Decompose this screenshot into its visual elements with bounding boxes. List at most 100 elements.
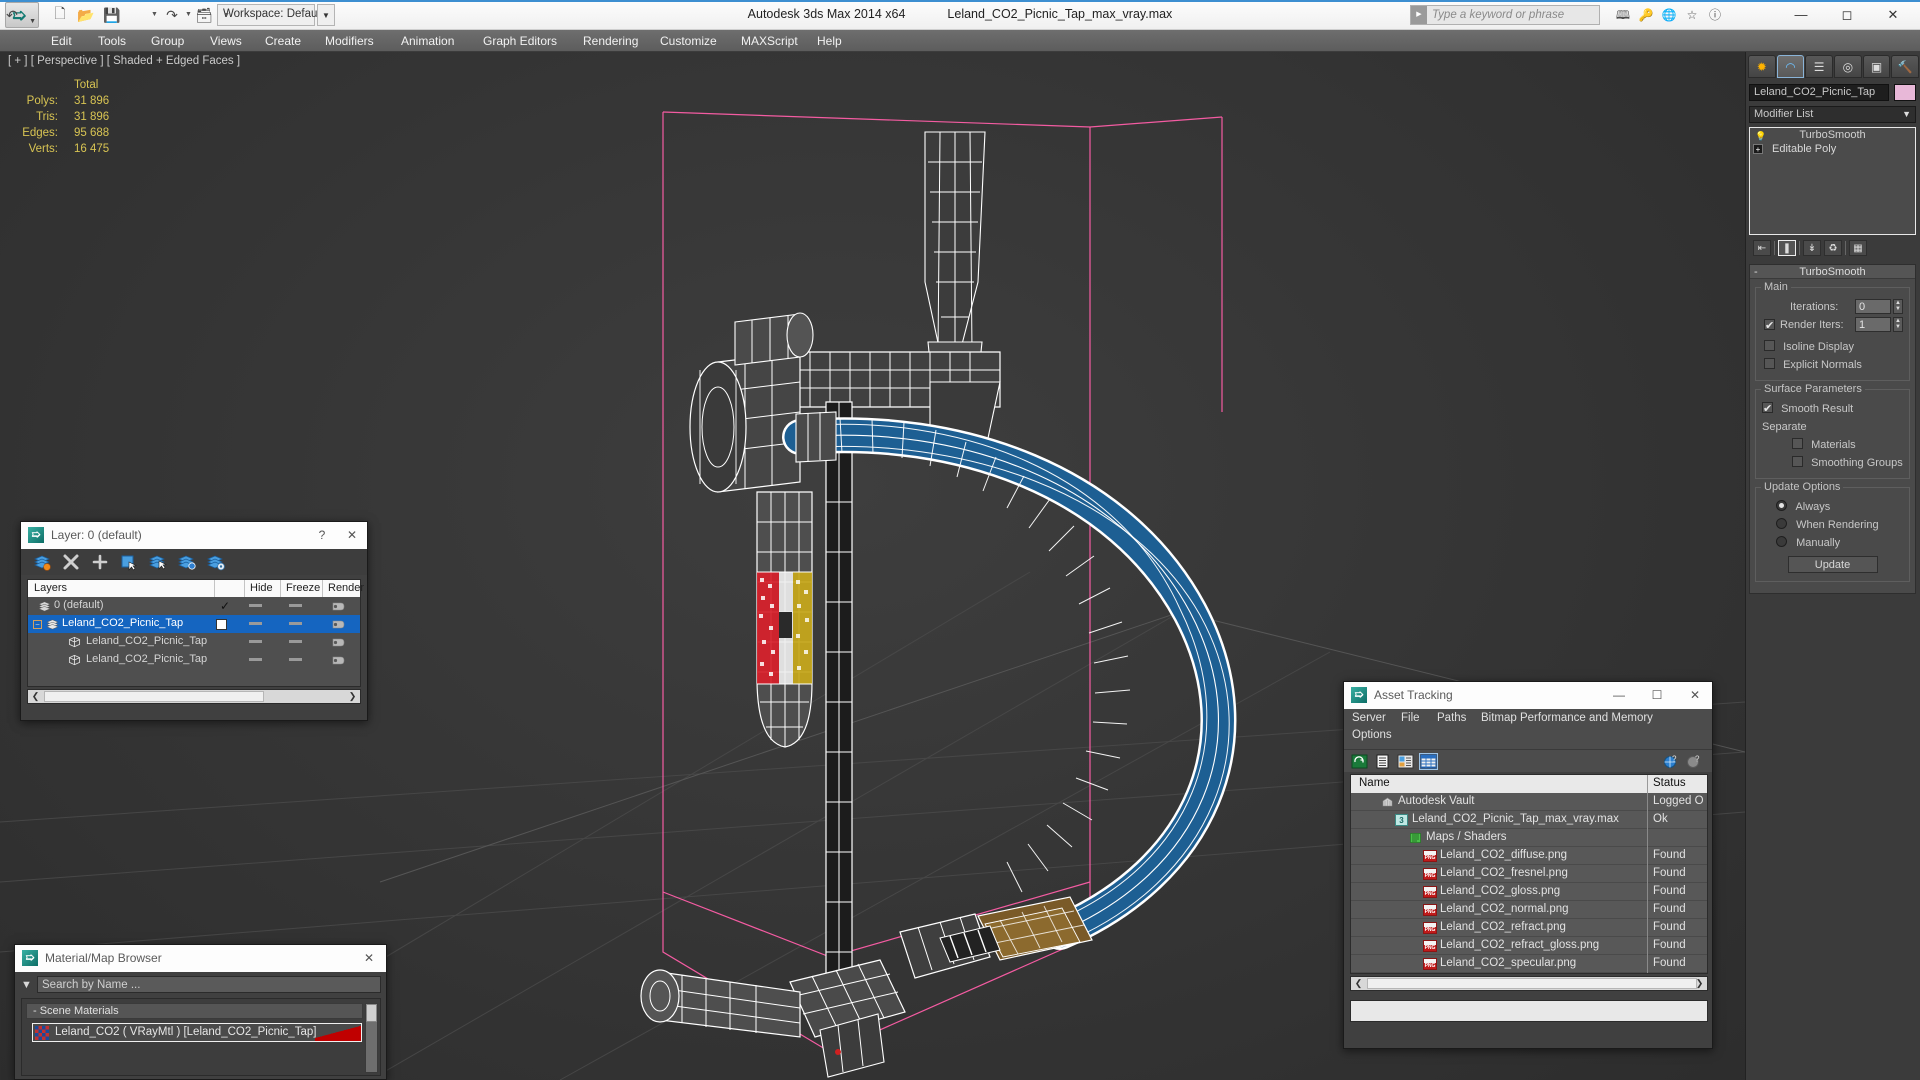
maximize-button[interactable]: ◻	[1824, 0, 1870, 29]
smooth-result-row[interactable]: Smooth Result	[1760, 400, 1905, 418]
menu-create[interactable]: Create	[256, 30, 310, 52]
layer-row-leland[interactable]: − Leland_CO2_Picnic_Tap	[28, 615, 360, 633]
display-tab[interactable]: ▣	[1862, 55, 1891, 78]
key-icon[interactable]: 🔑	[1637, 7, 1655, 24]
help-circle-icon[interactable]: ⓘ	[1706, 7, 1724, 24]
hierarchy-tab[interactable]: ☰	[1805, 55, 1834, 78]
when-rendering-row[interactable]: When Rendering	[1760, 516, 1905, 534]
material-dialog-titlebar[interactable]: ➯ Material/Map Browser ✕	[15, 945, 386, 972]
hide-unhide-layer-button[interactable]	[178, 553, 196, 571]
create-new-layer-button[interactable]	[33, 553, 51, 571]
close-button[interactable]: ✕	[1870, 0, 1916, 29]
render-iters-field[interactable]: 1	[1855, 317, 1891, 332]
modify-tab[interactable]: ◠	[1776, 55, 1805, 78]
hide-toggle[interactable]	[249, 658, 262, 661]
layer-dialog-titlebar[interactable]: ➯ Layer: 0 (default) ? ✕	[21, 522, 367, 549]
star-icon[interactable]: ☆	[1683, 7, 1701, 24]
column-freeze[interactable]: Freeze	[286, 582, 320, 594]
menu-rendering[interactable]: Rendering	[574, 30, 647, 52]
modifier-stack[interactable]: 💡 TurboSmooth + Editable Poly	[1749, 127, 1916, 235]
hide-toggle[interactable]	[249, 622, 262, 625]
help-web-button[interactable]: ?	[1662, 753, 1681, 770]
help-search-box[interactable]: ▶ Type a keyword or phrase	[1410, 5, 1600, 25]
motion-tab[interactable]: ◎	[1834, 55, 1862, 78]
object-row-leland-2[interactable]: Leland_CO2_Picnic_Tap	[28, 651, 360, 669]
asset-column-status[interactable]: Status	[1653, 777, 1686, 789]
asset-row-diffuse[interactable]: Leland_CO2_diffuse.png Found	[1351, 847, 1707, 865]
iterations-field[interactable]: 0	[1855, 299, 1891, 314]
grid-view-button[interactable]	[1419, 753, 1438, 770]
smooth-result-checkbox[interactable]	[1762, 400, 1773, 418]
material-item-leland-co2[interactable]: Leland_CO2 ( VRayMtl ) [Leland_CO2_Picni…	[32, 1023, 362, 1042]
globe-icon[interactable]: 🌐	[1660, 7, 1678, 24]
layer-horizontal-scrollbar[interactable]: ❮ ❯	[27, 689, 361, 704]
asset-close-button[interactable]: ✕	[1680, 682, 1710, 708]
asset-menu-paths[interactable]: Paths	[1437, 712, 1466, 724]
asset-list[interactable]: Name Status Autodesk Vault Logged O 3 Le…	[1350, 774, 1708, 974]
expand-collapse-icon[interactable]: −	[33, 620, 42, 629]
material-vertical-scrollbar[interactable]	[365, 1003, 378, 1073]
asset-row-maxfile[interactable]: 3 Leland_CO2_Picnic_Tap_max_vray.max Ok	[1351, 811, 1707, 829]
materials-checkbox[interactable]	[1792, 438, 1803, 449]
menu-modifiers[interactable]: Modifiers	[316, 30, 383, 52]
menu-maxscript[interactable]: MAXScript	[732, 30, 807, 52]
configure-modifier-sets-button[interactable]: ▦	[1849, 240, 1867, 256]
asset-row-refract[interactable]: Leland_CO2_refract.png Found	[1351, 919, 1707, 937]
refresh-button[interactable]	[1350, 753, 1369, 770]
scroll-left-arrow-icon[interactable]: ❮	[28, 690, 43, 703]
object-row-leland-1[interactable]: Leland_CO2_Picnic_Tap	[28, 633, 360, 651]
column-layers[interactable]: Layers	[34, 582, 67, 594]
modifier-stack-item-editable-poly[interactable]: + Editable Poly	[1750, 142, 1915, 156]
asset-tracking-dialog[interactable]: ➯ Asset Tracking — ☐ ✕ Server File Paths…	[1343, 681, 1713, 1049]
asset-dialog-titlebar[interactable]: ➯ Asset Tracking — ☐ ✕	[1344, 682, 1712, 709]
iterations-spinner[interactable]: ▲ ▼	[1893, 299, 1903, 314]
layer-close-button[interactable]: ✕	[337, 522, 367, 548]
collapse-icon[interactable]: -	[1754, 265, 1758, 279]
layer-properties-button[interactable]	[207, 553, 225, 571]
scrollbar-thumb[interactable]	[366, 1004, 377, 1022]
layer-dialog[interactable]: ➯ Layer: 0 (default) ? ✕ Layers Hide Fre…	[20, 521, 368, 721]
asset-row-gloss[interactable]: Leland_CO2_gloss.png Found	[1351, 883, 1707, 901]
asset-minimize-button[interactable]: —	[1604, 682, 1634, 708]
object-name-field[interactable]: Leland_CO2_Picnic_Tap	[1749, 84, 1889, 101]
menu-animation[interactable]: Animation	[392, 30, 463, 52]
asset-row-maps[interactable]: Maps / Shaders	[1351, 829, 1707, 847]
list-view-button[interactable]	[1373, 753, 1392, 770]
explicit-normals-row[interactable]: Explicit Normals	[1760, 356, 1905, 374]
hide-toggle[interactable]	[249, 604, 262, 607]
asset-menu-bitmap[interactable]: Bitmap Performance and Memory	[1481, 712, 1653, 724]
expand-icon[interactable]: +	[1753, 144, 1763, 154]
material-search-input[interactable]: Search by Name ...	[37, 976, 381, 993]
utilities-tab[interactable]: 🔨	[1891, 55, 1920, 78]
freeze-toggle[interactable]	[289, 622, 302, 625]
asset-maximize-button[interactable]: ☐	[1642, 682, 1672, 708]
asset-menu-file[interactable]: File	[1401, 712, 1420, 724]
freeze-toggle[interactable]	[289, 640, 302, 643]
filter-funnel-icon[interactable]: ▼	[21, 979, 32, 991]
column-hide[interactable]: Hide	[250, 582, 273, 594]
material-list[interactable]: - Scene Materials Leland_CO2 ( VRayMtl )…	[21, 998, 381, 1076]
when-rendering-radio[interactable]	[1776, 518, 1787, 529]
help-book-icon[interactable]: 🕮	[1614, 7, 1632, 24]
create-tab[interactable]: ✹	[1748, 55, 1776, 78]
update-button[interactable]: Update	[1787, 556, 1878, 573]
turbosmooth-rollout-header[interactable]: - TurboSmooth	[1750, 265, 1915, 279]
render-toggle[interactable]	[332, 637, 345, 648]
detail-view-button[interactable]	[1396, 753, 1415, 770]
asset-row-refract-gloss[interactable]: Leland_CO2_refract_gloss.png Found	[1351, 937, 1707, 955]
always-row[interactable]: Always	[1760, 498, 1905, 516]
modifier-list-dropdown[interactable]: Modifier List ▼	[1749, 106, 1916, 123]
asset-column-name[interactable]: Name	[1359, 777, 1390, 789]
menu-graph-editors[interactable]: Graph Editors	[474, 30, 566, 52]
asset-menu-options[interactable]: Options	[1352, 729, 1392, 741]
smoothing-groups-checkbox[interactable]	[1792, 456, 1803, 467]
layer-help-button[interactable]: ?	[307, 522, 337, 548]
add-selection-to-layer-button[interactable]	[91, 553, 109, 571]
always-radio[interactable]	[1776, 500, 1787, 511]
menu-tools[interactable]: Tools	[89, 30, 135, 52]
menu-help[interactable]: Help	[808, 30, 851, 52]
select-objects-in-layer-button[interactable]	[120, 553, 138, 571]
scroll-left-arrow-icon[interactable]: ❮	[1351, 977, 1366, 990]
asset-menu-server[interactable]: Server	[1352, 712, 1386, 724]
menu-views[interactable]: Views	[201, 30, 251, 52]
